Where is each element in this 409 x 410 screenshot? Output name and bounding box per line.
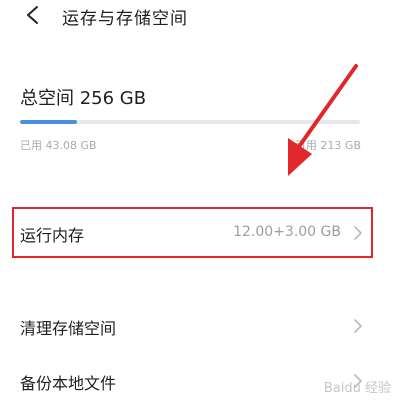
total-storage-label: 总空间 256 GB (20, 88, 147, 109)
chevron-right-icon (354, 319, 362, 333)
clean-storage-row[interactable]: 清理存储空间 (20, 311, 365, 341)
used-storage-label: 已用 43.08 GB (20, 139, 97, 152)
backup-local-files-label: 备份本地文件 (20, 374, 117, 393)
header-bar: 运存与存储空间 (0, 0, 409, 32)
page-title: 运存与存储空间 (62, 9, 188, 29)
watermark-text: Baidu 经验 (323, 381, 391, 396)
storage-usage-bar-fill (20, 120, 78, 124)
chevron-left-icon[interactable] (24, 5, 42, 25)
storage-settings-page: 运存与存储空间 总空间 256 GB 已用 43.08 GB 可用 213 GB… (0, 0, 409, 410)
annotation-highlight-box (12, 207, 373, 258)
storage-usage-bar (20, 120, 360, 124)
clean-storage-label: 清理存储空间 (20, 319, 117, 338)
backup-local-files-row[interactable]: 备份本地文件 (20, 366, 365, 396)
available-storage-label: 可用 213 GB (294, 139, 361, 152)
annotation-arrow-icon (288, 64, 358, 176)
